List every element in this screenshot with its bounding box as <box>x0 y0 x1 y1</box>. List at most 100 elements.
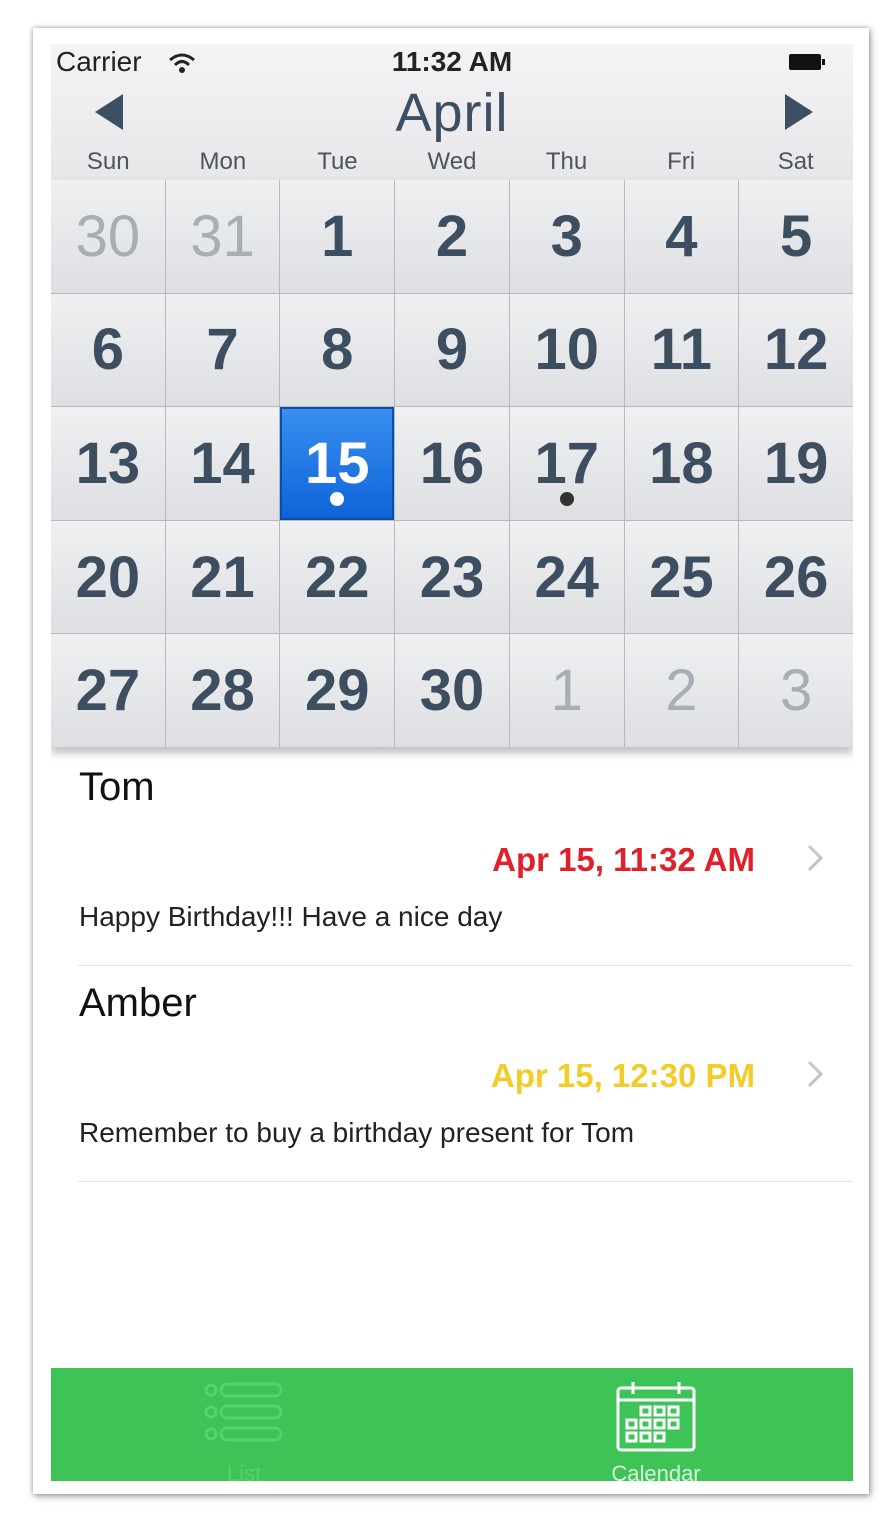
list-icon <box>204 1382 283 1442</box>
day-cell[interactable]: 29 <box>280 634 395 747</box>
day-cell[interactable]: 21 <box>165 520 280 634</box>
day-number: 30 <box>419 658 485 724</box>
day-cell[interactable]: 24 <box>509 520 624 634</box>
day-cell[interactable]: 7 <box>165 293 280 407</box>
day-number: 9 <box>435 317 469 383</box>
day-cell[interactable]: 20 <box>51 520 165 634</box>
tab-calendar-label: Calendar <box>611 1461 701 1481</box>
day-cell[interactable]: 3 <box>509 180 624 293</box>
day-number: 17 <box>534 430 599 496</box>
day-number: 8 <box>321 317 354 383</box>
weekday-row: Sun Mon Tue Wed Thu Fri Sat <box>51 148 853 178</box>
battery-icon <box>789 54 825 70</box>
day-cell[interactable]: 30 <box>51 180 165 293</box>
day-cell[interactable]: 2 <box>395 180 509 293</box>
day-number: 5 <box>780 203 813 269</box>
day-number: 16 <box>419 430 485 496</box>
day-number: 11 <box>650 317 713 383</box>
event-item-tom[interactable]: Tom Apr 15, 11:32 AM Happy Birthday!!! H… <box>78 749 853 966</box>
weekday-label: Tue <box>317 148 358 175</box>
calendar-grid: 30 31 1 2 3 4 5 6 7 8 9 10 11 12 13 14 15 16 17 18 19 20 21 22 2… <box>51 180 853 747</box>
day-cell[interactable]: 5 <box>739 180 853 293</box>
chevron-right-icon <box>807 1060 823 1088</box>
day-cell[interactable]: 16 <box>395 407 509 520</box>
day-number: 14 <box>190 430 255 496</box>
day-cell[interactable]: 30 <box>395 634 509 747</box>
weekday-label: Mon <box>199 148 247 175</box>
day-cell[interactable]: 14 <box>165 407 280 520</box>
day-cell[interactable]: 26 <box>739 520 853 634</box>
day-number: 23 <box>419 544 485 610</box>
triangle-left-icon <box>95 94 123 130</box>
day-cell[interactable]: 18 <box>624 407 739 520</box>
tab-list[interactable]: List <box>114 1368 374 1481</box>
day-number: 21 <box>190 544 255 610</box>
day-number: 26 <box>763 544 829 610</box>
tab-bar: List Calendar <box>51 1368 853 1481</box>
day-cell[interactable]: 1 <box>509 634 624 747</box>
day-number: 6 <box>91 317 124 383</box>
day-number: 20 <box>75 544 141 610</box>
day-number: 30 <box>75 203 141 269</box>
day-number: 10 <box>534 317 599 383</box>
day-number: 4 <box>665 203 698 269</box>
event-name: Tom <box>79 765 155 809</box>
day-number: 24 <box>534 544 599 610</box>
day-number: 25 <box>649 544 714 610</box>
day-cell[interactable]: 6 <box>51 293 165 407</box>
status-time: 11:32 AM <box>391 46 513 77</box>
day-cell[interactable]: 27 <box>51 634 165 747</box>
tab-list-label: List <box>226 1461 262 1481</box>
weekday-label: Fri <box>667 148 696 175</box>
next-month-button[interactable] <box>779 90 819 134</box>
event-item-amber[interactable]: Amber Apr 15, 12:30 PM Remember to buy a… <box>78 965 853 1182</box>
event-dot-indicator <box>330 491 345 506</box>
calendar-icon <box>616 1382 696 1452</box>
day-cell[interactable]: 8 <box>280 293 395 407</box>
day-cell[interactable]: 25 <box>624 520 739 634</box>
day-number: 27 <box>75 658 141 724</box>
event-name: Amber <box>79 981 197 1025</box>
day-cell[interactable]: 13 <box>51 407 165 520</box>
day-number: 28 <box>190 658 255 724</box>
chevron-right-icon <box>807 844 823 872</box>
day-cell[interactable]: 4 <box>624 180 739 293</box>
day-cell-selected[interactable]: 15 <box>280 407 395 520</box>
day-number: 29 <box>305 658 370 724</box>
day-cell[interactable]: 3 <box>739 634 853 747</box>
event-note: Happy Birthday!!! Have a nice day <box>79 901 503 932</box>
day-number: 15 <box>305 430 370 496</box>
day-cell[interactable]: 1 <box>280 180 395 293</box>
day-number: 2 <box>435 203 469 269</box>
app-screen: Carrier 11:32 AM April Sun Mon Tue Wed Thu Fr… <box>51 44 853 1481</box>
day-cell[interactable]: 9 <box>395 293 509 407</box>
day-number: 2 <box>665 658 698 724</box>
day-cell[interactable]: 12 <box>739 293 853 407</box>
previous-month-button[interactable] <box>89 90 129 134</box>
day-cell[interactable]: 10 <box>509 293 624 407</box>
day-cell[interactable]: 19 <box>739 407 853 520</box>
weekday-label: Sat <box>777 148 814 175</box>
day-cell[interactable]: 31 <box>165 180 280 293</box>
day-number: 18 <box>649 430 714 496</box>
weekday-label: Thu <box>545 148 588 175</box>
day-number: 1 <box>321 203 354 269</box>
event-time: Apr 15, 11:32 AM <box>492 841 755 878</box>
day-number: 12 <box>763 317 829 383</box>
day-cell[interactable]: 2 <box>624 634 739 747</box>
day-cell[interactable]: 17 <box>509 407 624 520</box>
day-cell[interactable]: 23 <box>395 520 509 634</box>
day-number: 31 <box>190 203 255 269</box>
event-dot-indicator <box>559 491 574 506</box>
tab-calendar[interactable]: Calendar <box>526 1368 786 1481</box>
day-cell[interactable]: 22 <box>280 520 395 634</box>
weekday-label: Sun <box>86 148 130 175</box>
event-note: Remember to buy a birthday present for T… <box>79 1117 635 1148</box>
day-cell[interactable]: 28 <box>165 634 280 747</box>
event-time: Apr 15, 12:30 PM <box>490 1057 755 1094</box>
day-cell[interactable]: 11 <box>624 293 739 407</box>
day-number: 13 <box>75 430 141 496</box>
calendar-header: Carrier 11:32 AM April Sun Mon Tue Wed Thu Fr… <box>51 44 853 180</box>
triangle-right-icon <box>785 94 813 130</box>
day-number: 3 <box>550 203 583 269</box>
